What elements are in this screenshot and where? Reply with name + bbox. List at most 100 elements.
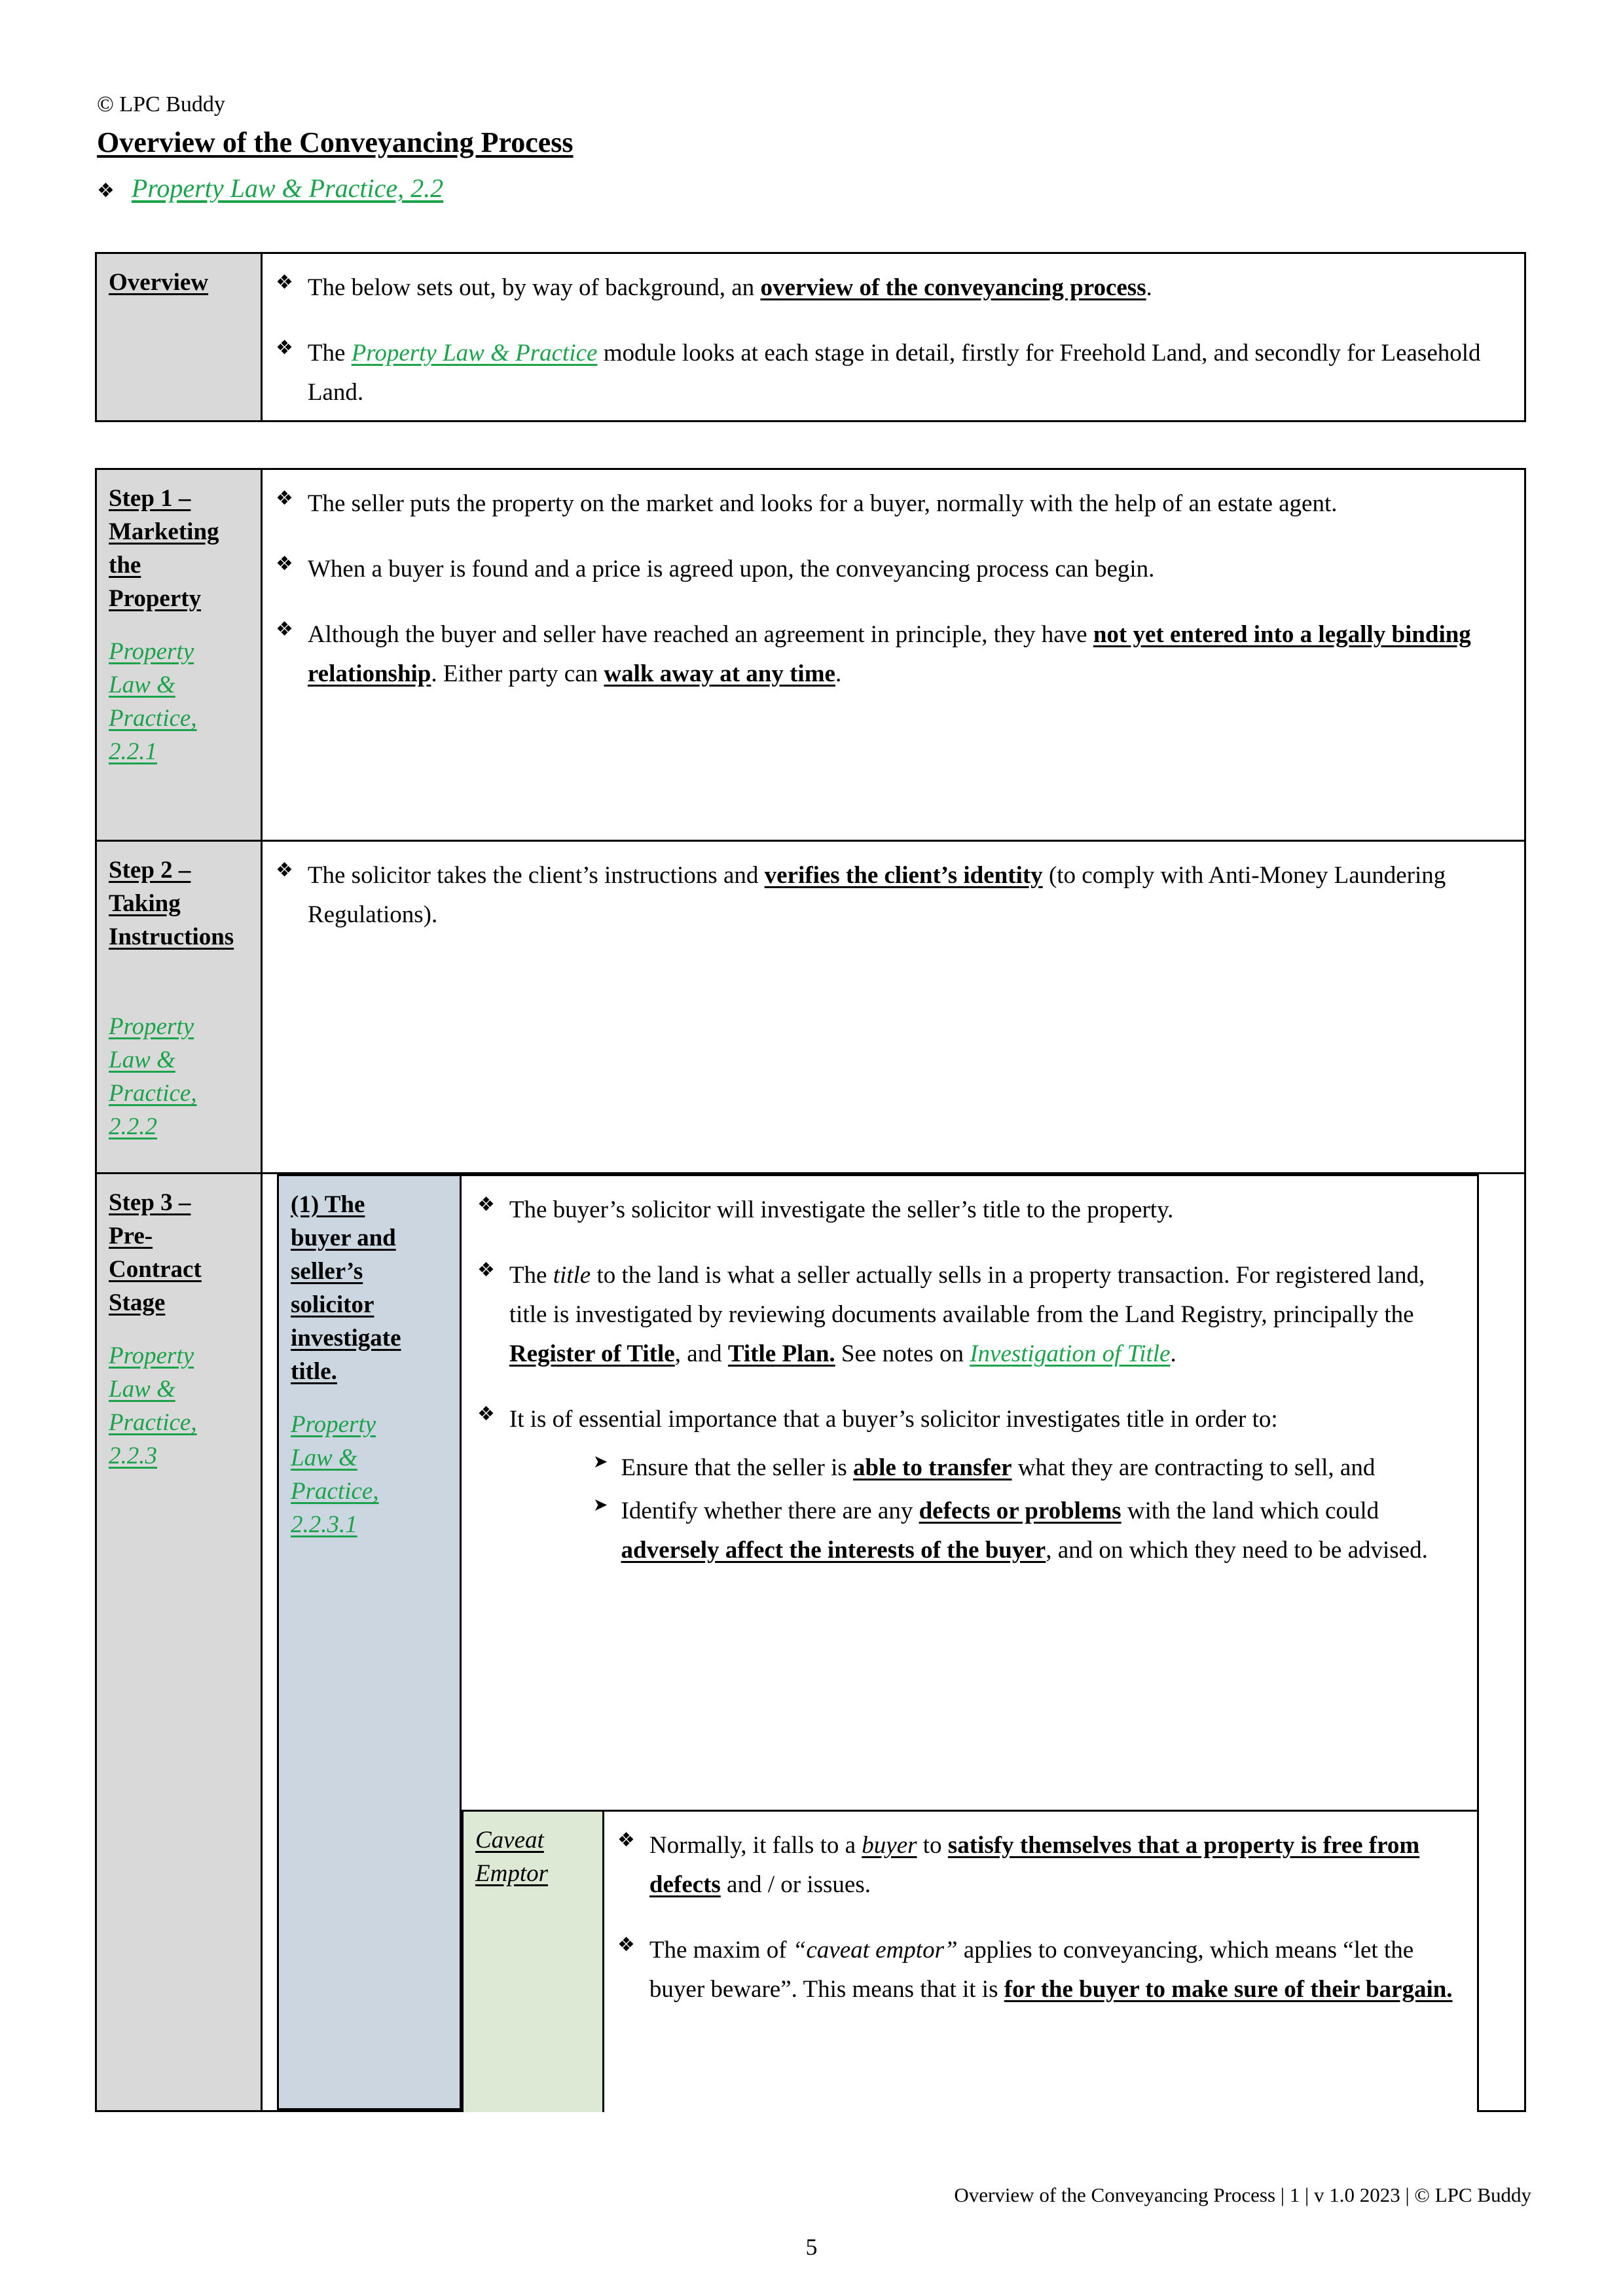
diamond-bullet-icon: ❖: [276, 552, 293, 575]
table-row: Step 3 – Pre- Contract Stage Property Law…: [97, 1174, 1524, 2112]
step-2-label-line-1: Step 2 –: [109, 857, 191, 884]
subtitle-row: ❖ Property Law & Practice, 2.2: [97, 171, 443, 206]
sub-heading-line-1: (1) The: [291, 1191, 365, 1218]
step-2-label-cell: Step 2 – Taking Instructions Property Law…: [97, 842, 263, 1172]
caveat-emptor-body-cell: ❖ Normally, it falls to a buyer to satis…: [604, 1812, 1477, 2112]
caveat-emptor-label-cell: Caveat Emptor: [464, 1812, 604, 2112]
overview-bullet-2: The Property Law & Practice module looks…: [307, 339, 1481, 406]
page-number: 5: [805, 2234, 818, 2260]
plp-link[interactable]: Property Law & Practice: [352, 340, 598, 367]
diamond-bullet-icon: ❖: [276, 271, 293, 294]
document-page: LPC BUDDY © LPC Buddy Overview of the Co…: [0, 0, 1623, 2296]
steps-table: Step 1 – Marketing the Property Property…: [95, 468, 1526, 2112]
overview-bullet-1: The below sets out, by way of background…: [307, 274, 1152, 301]
step-3-main-bullets: ❖ The buyer’s solicitor will investigate…: [462, 1176, 1477, 1574]
overview-bullet-list: ❖ The below sets out, by way of backgrou…: [276, 268, 1507, 412]
list-item: ❖ The below sets out, by way of backgrou…: [276, 268, 1507, 308]
diamond-bullet-icon: ❖: [477, 1402, 495, 1426]
diamond-bullet-icon: ❖: [97, 179, 115, 202]
caveat-bullet-2: The maxim of “caveat emptor” applies to …: [649, 1936, 1453, 2003]
diamond-bullet-icon: ❖: [477, 1193, 495, 1216]
list-item: ❖ The title to the land is what a seller…: [477, 1256, 1460, 1374]
step-3-reference[interactable]: Property Law & Practice, 2.2.3: [109, 1339, 250, 1473]
step-3-label-line-1: Step 3 –: [109, 1189, 191, 1216]
diamond-bullet-icon: ❖: [617, 1933, 635, 1956]
step-1-bullet-list: ❖ The seller puts the property on the ma…: [276, 484, 1507, 694]
step-3-bullet-1: The buyer’s solicitor will investigate t…: [509, 1196, 1174, 1223]
step-3-bullet-3-lead: It is of essential importance that a buy…: [509, 1405, 1278, 1433]
step-3-body-cell: (1) The buyer and seller’s solicitor inv…: [263, 1174, 1524, 2112]
step-2-bullet-list: ❖ The solicitor takes the client’s instr…: [276, 856, 1507, 935]
list-item: ❖ The seller puts the property on the ma…: [276, 484, 1507, 524]
list-item: ❖ The buyer’s solicitor will investigate…: [477, 1191, 1460, 1230]
list-item: ❖ Although the buyer and seller have rea…: [276, 615, 1507, 694]
overview-label-cell: Overview: [97, 254, 263, 420]
step-2-body-cell: ❖ The solicitor takes the client’s instr…: [263, 842, 1524, 1172]
investigation-of-title-link[interactable]: Investigation of Title: [970, 1340, 1170, 1367]
arrow-bullet-icon: ➤: [593, 1494, 608, 1515]
step-2-label-line-3: Instructions: [109, 924, 234, 951]
diamond-bullet-icon: ❖: [477, 1258, 495, 1282]
diamond-bullet-icon: ❖: [276, 336, 293, 359]
step-1-label-line-4: Property: [109, 585, 202, 613]
footer-text: Overview of the Conveyancing Process | 1…: [954, 2183, 1531, 2206]
step-3-sub-bullet-1: Ensure that the seller is able to transf…: [621, 1454, 1376, 1481]
list-item: ❖ It is of essential importance that a b…: [477, 1400, 1460, 1574]
step-3-label-line-3: Contract: [109, 1256, 202, 1283]
caveat-emptor-table: Caveat Emptor ❖ Normally, it falls to a …: [462, 1810, 1479, 2112]
list-item: ❖ The Property Law & Practice module loo…: [276, 334, 1507, 412]
overview-body-cell: ❖ The below sets out, by way of backgrou…: [263, 254, 1524, 420]
copyright-line: © LPC Buddy: [97, 92, 225, 117]
step-1-bullet-2: When a buyer is found and a price is agr…: [307, 555, 1155, 583]
caveat-label-line-1: Caveat: [475, 1827, 544, 1854]
list-item: ➤ Ensure that the seller is able to tran…: [593, 1448, 1460, 1488]
step-3-content-cell: ❖ The buyer’s solicitor will investigate…: [462, 1176, 1479, 2112]
table-row: Step 1 – Marketing the Property Property…: [97, 470, 1524, 842]
sub-heading-line-4: solicitor: [291, 1291, 374, 1319]
arrow-bullet-icon: ➤: [593, 1451, 608, 1472]
step-1-body-cell: ❖ The seller puts the property on the ma…: [263, 470, 1524, 840]
diamond-bullet-icon: ❖: [617, 1829, 635, 1852]
overview-label: Overview: [109, 269, 209, 296]
step-3-inner-table: (1) The buyer and seller’s solicitor inv…: [277, 1174, 1479, 2112]
sub-heading-line-2: buyer and: [291, 1225, 396, 1252]
step-1-bullet-1: The seller puts the property on the mark…: [307, 490, 1338, 517]
diamond-bullet-icon: ❖: [276, 617, 293, 641]
step-3-sub-reference[interactable]: Property Law & Practice, 2.2.3.1: [291, 1408, 449, 1541]
sub-heading-line-5: investigate: [291, 1325, 401, 1352]
step-3-sub-bullet-2: Identify whether there are any defects o…: [621, 1497, 1428, 1564]
step-3-sub-heading-cell: (1) The buyer and seller’s solicitor inv…: [279, 1176, 462, 2108]
step-3-bullet-3: It is of essential importance that a buy…: [509, 1400, 1460, 1574]
step-1-reference[interactable]: Property Law & Practice, 2.2.1: [109, 635, 250, 768]
step-1-bullet-3: Although the buyer and seller have reach…: [307, 620, 1471, 687]
step-1-label-line-3: the: [109, 552, 141, 579]
step-3-bullet-list: ❖ The buyer’s solicitor will investigate…: [477, 1191, 1460, 1574]
diamond-bullet-icon: ❖: [276, 859, 293, 882]
list-item: ❖ The solicitor takes the client’s instr…: [276, 856, 1507, 935]
page-title: Overview of the Conveyancing Process: [97, 126, 574, 158]
caveat-bullet-1: Normally, it falls to a buyer to satisfy…: [649, 1832, 1420, 1898]
step-1-label-line-2: Marketing: [109, 518, 219, 546]
step-1-label-line-1: Step 1 –: [109, 485, 191, 512]
diamond-bullet-icon: ❖: [276, 487, 293, 510]
step-3-bullet-2: The title to the land is what a seller a…: [509, 1261, 1425, 1367]
list-item: ❖ Normally, it falls to a buyer to satis…: [617, 1826, 1460, 1905]
list-item: ❖ When a buyer is found and a price is a…: [276, 550, 1507, 589]
sub-heading-line-6: title.: [291, 1358, 337, 1386]
step-3-label-cell: Step 3 – Pre- Contract Stage Property Law…: [97, 1174, 263, 2110]
step-1-label-cell: Step 1 – Marketing the Property Property…: [97, 470, 263, 840]
caveat-bullet-list: ❖ Normally, it falls to a buyer to satis…: [617, 1826, 1460, 2009]
sub-heading-line-3: seller’s: [291, 1258, 363, 1285]
table-row: Step 2 – Taking Instructions Property Law…: [97, 842, 1524, 1174]
overview-table: Overview ❖ The below sets out, by way of…: [95, 252, 1526, 422]
step-3-label-line-2: Pre-: [109, 1223, 153, 1250]
step-2-reference[interactable]: Property Law & Practice, 2.2.2: [109, 1010, 250, 1143]
list-item: ❖ The maxim of “caveat emptor” applies t…: [617, 1931, 1460, 2009]
list-item: ➤ Identify whether there are any defects…: [593, 1492, 1460, 1570]
module-reference-link[interactable]: Property Law & Practice, 2.2: [132, 171, 443, 206]
step-3-label-line-4: Stage: [109, 1289, 166, 1317]
step-2-bullet-1: The solicitor takes the client’s instruc…: [307, 862, 1446, 928]
caveat-label-line-2: Emptor: [475, 1860, 548, 1888]
step-3-sub-bullet-list: ➤ Ensure that the seller is able to tran…: [509, 1448, 1460, 1570]
step-2-label-line-2: Taking: [109, 890, 181, 918]
